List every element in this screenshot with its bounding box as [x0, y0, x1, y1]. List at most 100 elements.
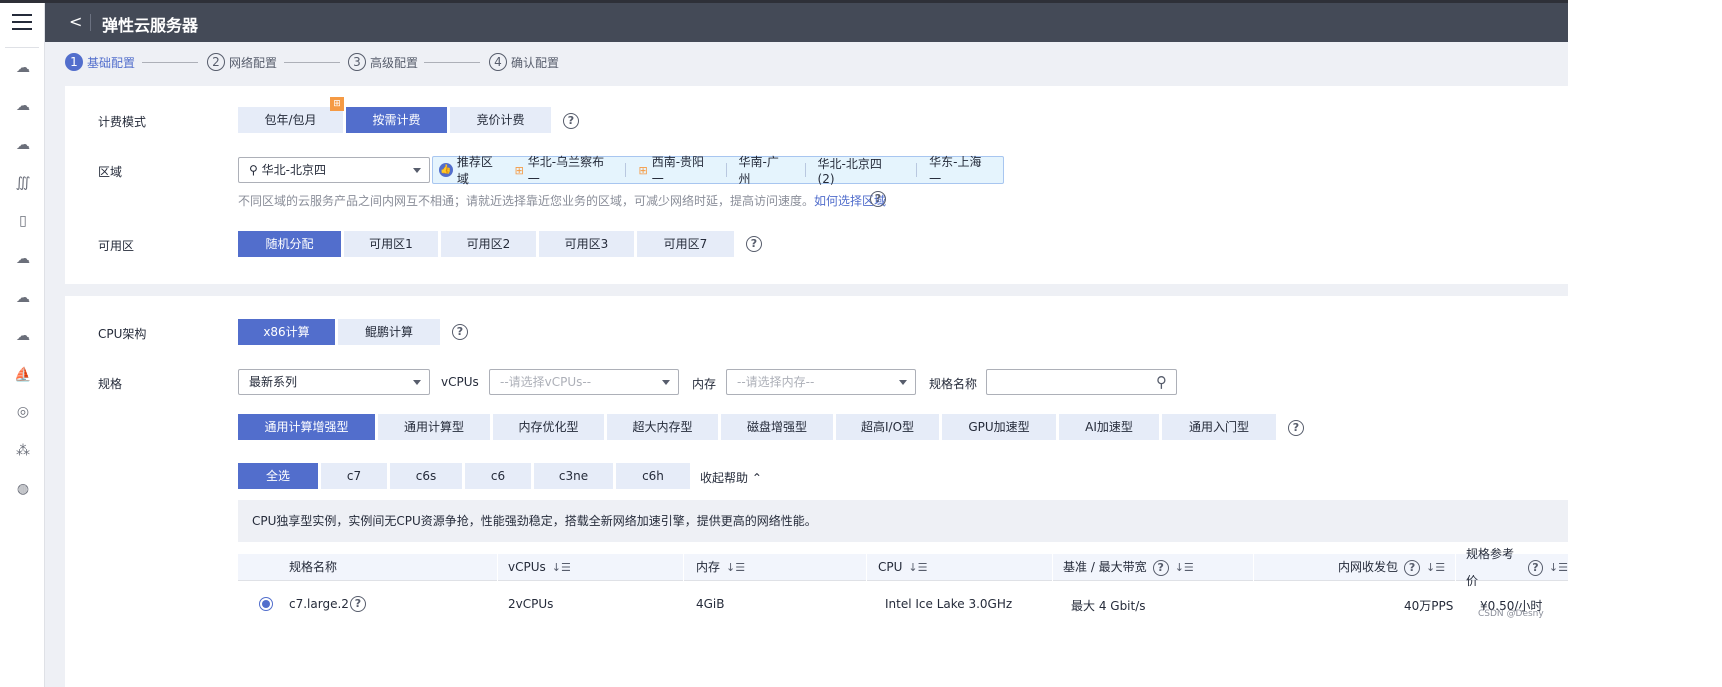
- sort-icon[interactable]: ↓☰: [726, 554, 745, 581]
- gift-icon: ⊞: [514, 163, 524, 177]
- az-label: 可用区: [98, 239, 135, 253]
- help-icon[interactable]: ?: [1527, 559, 1543, 576]
- type-entry[interactable]: 通用入门型: [1162, 414, 1276, 440]
- region-select[interactable]: ⚲ 华北-北京四: [238, 157, 430, 183]
- type-ai[interactable]: AI加速型: [1059, 414, 1159, 440]
- series-c6h[interactable]: c6h: [616, 463, 690, 489]
- series-c3ne[interactable]: c3ne: [534, 463, 613, 489]
- az-1[interactable]: 可用区1: [344, 231, 438, 257]
- cpu-x86[interactable]: x86计算: [238, 319, 335, 345]
- type-large-memory[interactable]: 超大内存型: [607, 414, 718, 440]
- series-select[interactable]: 最新系列: [238, 369, 430, 395]
- sort-icon[interactable]: ↓☰: [908, 554, 927, 581]
- type-gpu[interactable]: GPU加速型: [942, 414, 1056, 440]
- back-icon[interactable]: <: [69, 12, 82, 31]
- help-icon[interactable]: ?: [870, 191, 886, 207]
- col-pps[interactable]: 内网收发包? ↓☰: [1338, 554, 1445, 581]
- step-1: 1 基础配置: [65, 53, 135, 71]
- hamburger-menu-icon[interactable]: [12, 14, 32, 32]
- divider: [625, 163, 627, 177]
- help-icon[interactable]: ?: [1152, 559, 1169, 576]
- cell-pps: 40万PPS: [1404, 599, 1454, 613]
- cloud-icon[interactable]: ☁: [14, 250, 32, 268]
- divider: [1052, 554, 1053, 581]
- billing-spot[interactable]: 竞价计费: [450, 107, 551, 133]
- step-label: 高级配置: [370, 55, 419, 70]
- memory-select[interactable]: --请选择内存--: [726, 369, 916, 395]
- page-header: < 弹性云服务器: [45, 3, 1568, 42]
- region-option[interactable]: 华东-上海一: [929, 153, 993, 187]
- gift-icon: ⊞: [638, 163, 648, 177]
- cloud-check-icon[interactable]: ☁: [14, 327, 32, 345]
- help-icon[interactable]: ?: [350, 596, 366, 612]
- sort-icon[interactable]: ↓☰: [552, 554, 571, 581]
- vcpus-label: vCPUs: [441, 375, 479, 389]
- region-option[interactable]: 华南-广州: [739, 153, 791, 187]
- cloud-more-icon[interactable]: ☁: [14, 97, 32, 115]
- database-icon[interactable]: ▯: [14, 212, 32, 230]
- col-spec-name: 规格名称: [289, 554, 337, 581]
- search-icon[interactable]: ⚲: [1156, 370, 1167, 394]
- step-connector: [284, 62, 340, 63]
- region-option[interactable]: 华北-北京四 (2): [818, 155, 903, 186]
- cloud-storage-icon[interactable]: ☁: [14, 136, 32, 154]
- header-label: CPU: [878, 560, 903, 574]
- col-cpu[interactable]: CPU ↓☰: [878, 554, 927, 581]
- help-icon[interactable]: ?: [746, 236, 762, 252]
- step-number: 1: [65, 53, 83, 71]
- billing-yearly-monthly[interactable]: 包年/包月: [238, 107, 343, 133]
- series-all[interactable]: 全选: [238, 463, 318, 489]
- sort-icon[interactable]: ↓☰: [1175, 554, 1194, 581]
- series-c6[interactable]: c6: [465, 463, 531, 489]
- region-hint: 不同区域的云服务产品之间内网互不相通；请就近选择靠近您业务的区域，可减少网络时延…: [238, 192, 886, 209]
- col-vcpus[interactable]: vCPUs ↓☰: [508, 554, 571, 581]
- globe-icon[interactable]: ◍: [14, 480, 32, 498]
- sort-icon[interactable]: ↓☰: [1549, 554, 1568, 581]
- ship-icon[interactable]: ⛵: [14, 366, 32, 384]
- page-title: 弹性云服务器: [102, 16, 199, 35]
- cloud-upload-icon[interactable]: ☁: [14, 289, 32, 307]
- cluster-icon[interactable]: ⁂: [14, 442, 32, 460]
- region-option[interactable]: ⊞ 西南-贵阳一: [638, 153, 715, 187]
- region-option-label: 西南-贵阳一: [651, 155, 705, 186]
- row-radio[interactable]: [259, 597, 273, 611]
- col-bandwidth[interactable]: 基准 / 最大带宽? ↓☰: [1063, 554, 1194, 581]
- divider: [725, 163, 727, 177]
- type-general[interactable]: 通用计算型: [378, 414, 490, 440]
- billing-on-demand[interactable]: 按需计费: [346, 107, 447, 133]
- col-price[interactable]: 规格参考价? ↓☰: [1466, 547, 1568, 588]
- type-disk-enhanced[interactable]: 磁盘增强型: [721, 414, 833, 440]
- spec-card: [65, 296, 1568, 687]
- divider: [497, 554, 498, 581]
- ip-icon[interactable]: ◎: [14, 403, 32, 421]
- recommended-regions: 👍 推荐区域 ⊞ 华北-乌兰察布一 ⊞ 西南-贵阳一 华南-广州 华北-北京四 (2)…: [432, 153, 1004, 187]
- type-high-io[interactable]: 超高I/O型: [836, 414, 939, 440]
- collapse-help-label: 收起帮助: [700, 471, 749, 485]
- help-icon[interactable]: ?: [1288, 420, 1304, 436]
- region-option[interactable]: ⊞ 华北-乌兰察布一: [515, 153, 616, 187]
- help-icon[interactable]: ?: [452, 324, 468, 340]
- az-3[interactable]: 可用区3: [539, 231, 634, 257]
- collapse-help-button[interactable]: 收起帮助 ⌃: [700, 469, 762, 486]
- series-c7[interactable]: c7: [321, 463, 387, 489]
- cpu-kunpeng[interactable]: 鲲鹏计算: [338, 319, 440, 345]
- type-general-enhanced[interactable]: 通用计算增强型: [238, 414, 375, 440]
- az-2[interactable]: 可用区2: [441, 231, 536, 257]
- help-icon[interactable]: ?: [1404, 559, 1421, 576]
- col-memory[interactable]: 内存 ↓☰: [696, 554, 745, 581]
- cell-memory: 4GiB: [696, 597, 725, 611]
- divider: [90, 14, 91, 31]
- help-icon[interactable]: ?: [563, 113, 579, 129]
- sort-icon[interactable]: ↓☰: [1426, 554, 1445, 581]
- spec-name-input[interactable]: ⚲: [986, 369, 1177, 395]
- cloud-server-icon[interactable]: ☁: [14, 59, 32, 77]
- az-random[interactable]: 随机分配: [238, 231, 341, 257]
- type-memory-optimized[interactable]: 内存优化型: [493, 414, 604, 440]
- right-margin: [1568, 0, 1722, 687]
- thumbs-up-icon: 👍: [439, 163, 453, 177]
- waveform-icon[interactable]: ∭: [14, 174, 32, 192]
- vcpus-select[interactable]: --请选择vCPUs--: [489, 369, 679, 395]
- divider: [916, 163, 918, 177]
- series-c6s[interactable]: c6s: [390, 463, 462, 489]
- az-7[interactable]: 可用区7: [637, 231, 734, 257]
